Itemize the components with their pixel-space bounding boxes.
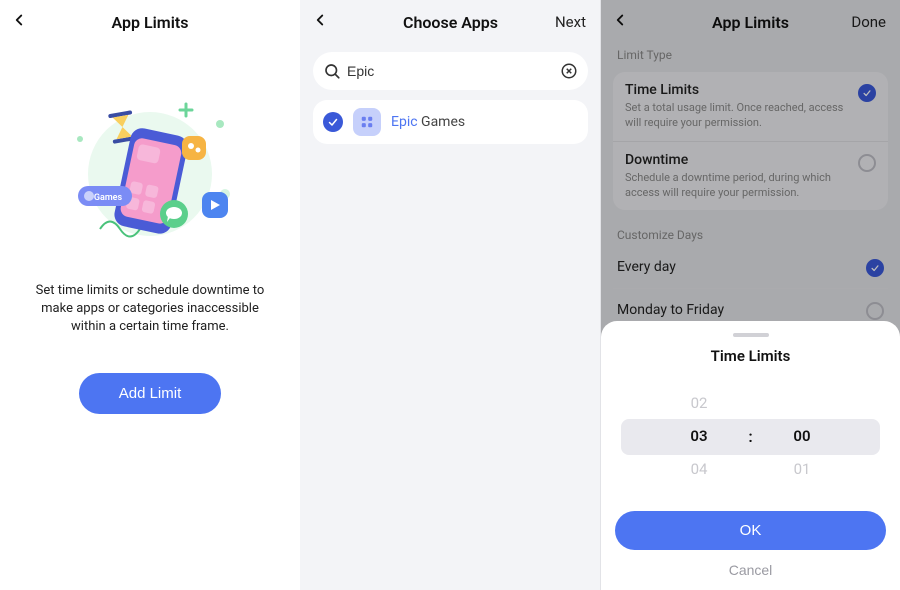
panel-choose-apps: Choose Apps Next Epic Games: [300, 0, 600, 590]
minutes-column[interactable]: 00 01: [762, 387, 842, 487]
picker-value-selected: 03: [659, 420, 739, 453]
intro-description: Set time limits or schedule downtime to …: [24, 282, 276, 337]
sheet-title: Time Limits: [615, 347, 886, 365]
picker-value-below: 04: [659, 453, 739, 486]
picker-value-above: [762, 387, 842, 420]
ok-button[interactable]: OK: [615, 511, 886, 550]
picker-value-selected: 00: [762, 420, 842, 453]
svg-text:Games: Games: [94, 193, 123, 203]
page-title: Choose Apps: [403, 13, 498, 32]
back-button[interactable]: [10, 0, 28, 44]
clear-search-button[interactable]: [560, 62, 578, 80]
app-list-item[interactable]: Epic Games: [313, 100, 588, 144]
picker-value-above: 02: [659, 387, 739, 420]
time-picker[interactable]: : 02 03 04 00 01: [621, 387, 880, 487]
hero-illustration: Games: [24, 74, 276, 264]
time-picker-sheet: Time Limits : 02 03 04 00 01 OK Cancel: [601, 321, 900, 590]
add-limit-button[interactable]: Add Limit: [79, 373, 222, 414]
page-title: App Limits: [112, 13, 189, 32]
sheet-grabber[interactable]: [733, 333, 769, 337]
search-field[interactable]: [313, 52, 588, 90]
search-icon: [323, 62, 341, 80]
hours-column[interactable]: 02 03 04: [659, 387, 739, 487]
header: Choose Apps Next: [301, 0, 600, 44]
chevron-left-icon: [311, 11, 329, 33]
app-name-label: Epic Games: [391, 114, 465, 130]
next-button[interactable]: Next: [555, 0, 586, 44]
app-icon: [353, 108, 381, 136]
search-input[interactable]: [347, 63, 560, 79]
clear-icon: [560, 62, 578, 80]
picker-value-below: 01: [762, 453, 842, 486]
panel-app-limits-config: App Limits Done Limit Type Time Limits S…: [600, 0, 900, 590]
checkbox-checked-icon: [323, 112, 343, 132]
panel-app-limits-intro: App Limits: [0, 0, 300, 590]
cancel-button[interactable]: Cancel: [615, 562, 886, 578]
back-button[interactable]: [311, 0, 329, 44]
header: App Limits: [0, 0, 300, 44]
chevron-left-icon: [10, 11, 28, 33]
